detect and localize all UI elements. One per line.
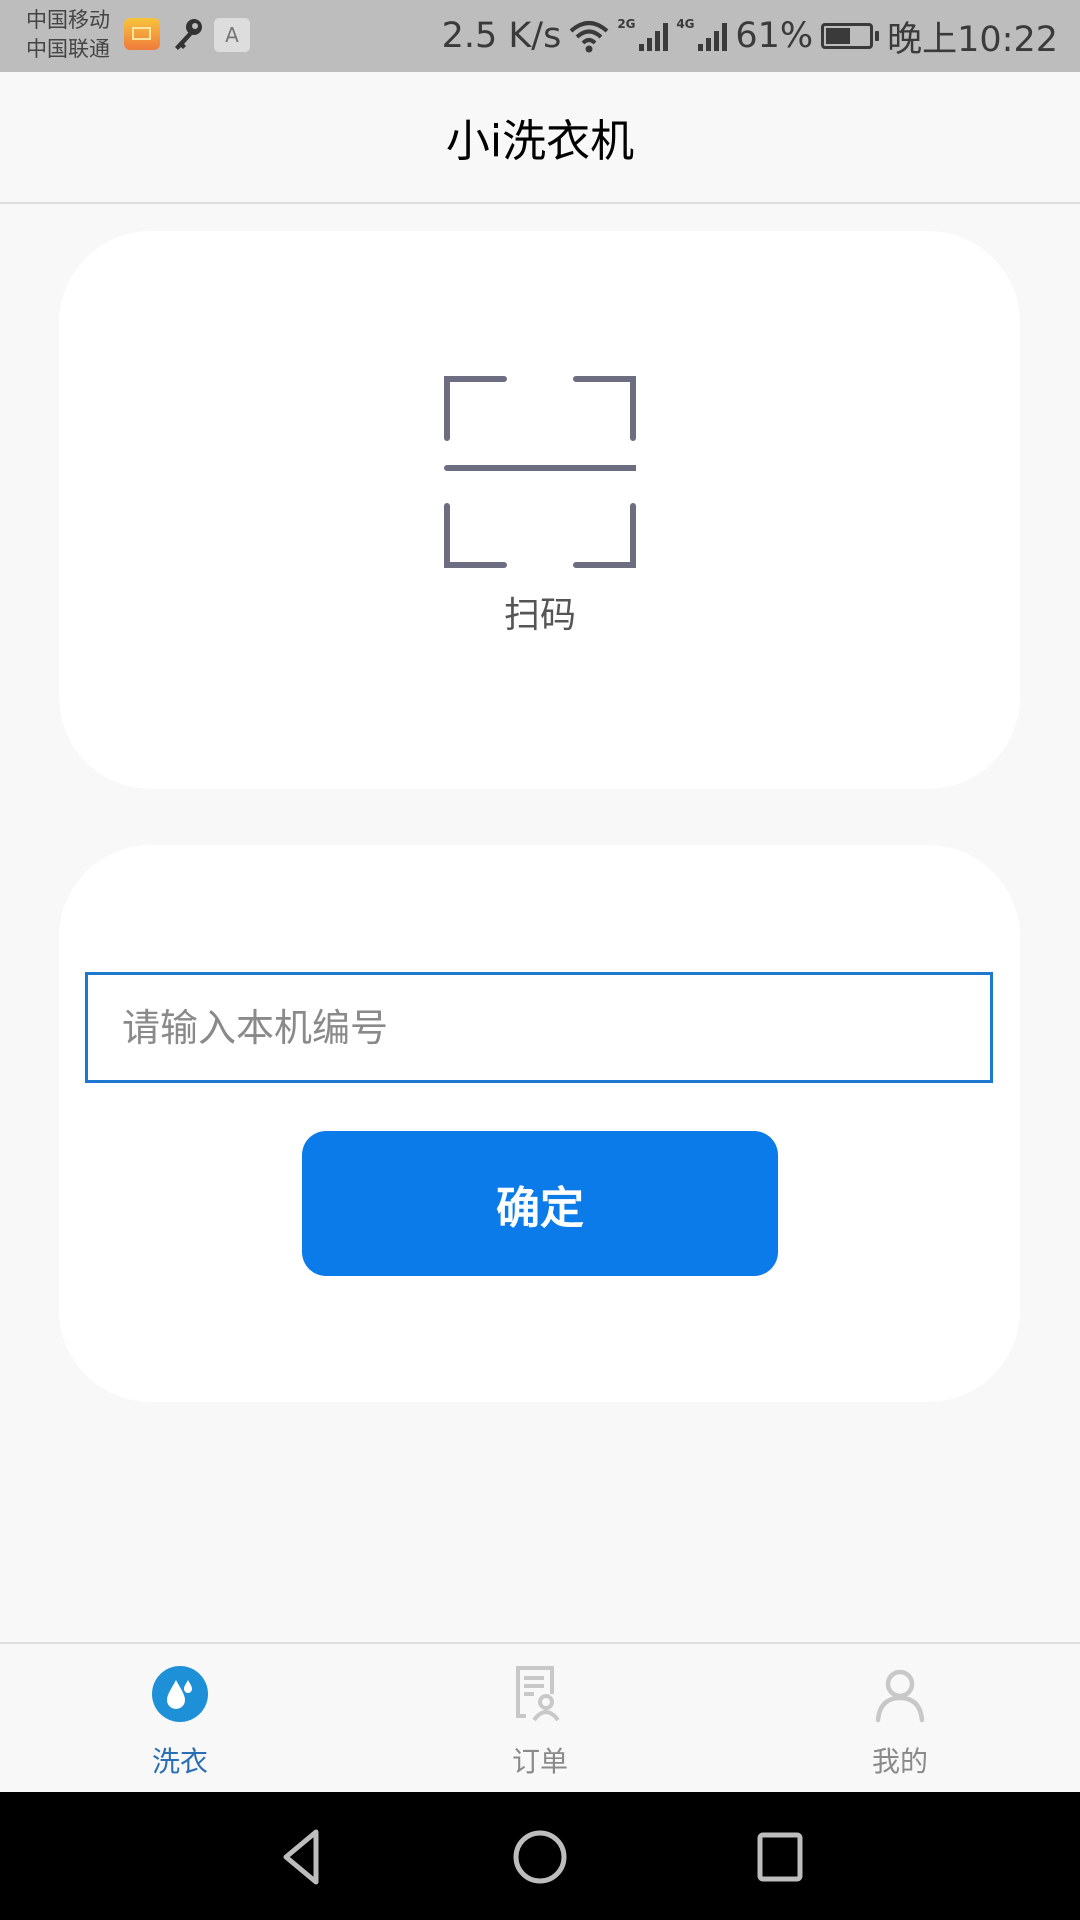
key-icon	[175, 19, 202, 50]
carrier-2: 中国联通	[26, 37, 110, 61]
water-drop-icon	[152, 1666, 208, 1722]
tab-label: 我的	[871, 1745, 928, 1778]
battery-icon	[821, 23, 880, 49]
status-bar: 中国移动 中国联通 A 2.5 K/s 2G 4G 61% 晚上10:22	[0, 0, 1080, 72]
status-right: 2.5 K/s 2G 4G 61% 晚上10:22	[442, 0, 1058, 72]
signal-2g-icon: 2G	[617, 17, 669, 51]
clock: 晚上10:22	[887, 19, 1058, 60]
carrier-names: 中国移动 中国联通	[26, 6, 110, 64]
recents-icon[interactable]	[745, 1822, 815, 1892]
battery-percent: 61%	[735, 16, 814, 56]
app-header: 小i洗衣机	[0, 72, 1080, 204]
tab-wash[interactable]: 洗衣	[0, 1644, 360, 1794]
bottom-tab-bar: 洗衣 订单 我的	[0, 1642, 1080, 1794]
mail-icon	[124, 18, 160, 50]
order-document-icon	[516, 1666, 560, 1722]
tab-label: 洗衣	[151, 1745, 208, 1778]
signal-4g-icon: 4G	[676, 17, 728, 51]
machine-number-card	[59, 845, 1020, 1402]
wifi-icon	[570, 21, 609, 53]
tab-orders[interactable]: 订单	[360, 1644, 720, 1794]
battery-fill	[826, 28, 851, 44]
carrier-1: 中国移动	[26, 8, 110, 32]
keyboard-a-icon: A	[214, 18, 250, 52]
scan-button[interactable]: 扫码	[420, 350, 660, 650]
system-nav-bar	[0, 1792, 1080, 1920]
confirm-button[interactable]: 确定	[302, 1131, 778, 1276]
home-icon[interactable]	[505, 1822, 575, 1892]
tab-mine[interactable]: 我的	[720, 1644, 1080, 1794]
user-profile-icon	[875, 1669, 925, 1723]
scan-qr-icon	[444, 376, 636, 568]
page-title: 小i洗衣机	[445, 116, 635, 167]
machine-number-input[interactable]	[85, 972, 993, 1083]
back-icon[interactable]	[264, 1822, 334, 1892]
scan-label: 扫码	[503, 595, 576, 636]
tab-label: 订单	[511, 1745, 568, 1778]
net-speed: 2.5 K/s	[441, 16, 562, 56]
